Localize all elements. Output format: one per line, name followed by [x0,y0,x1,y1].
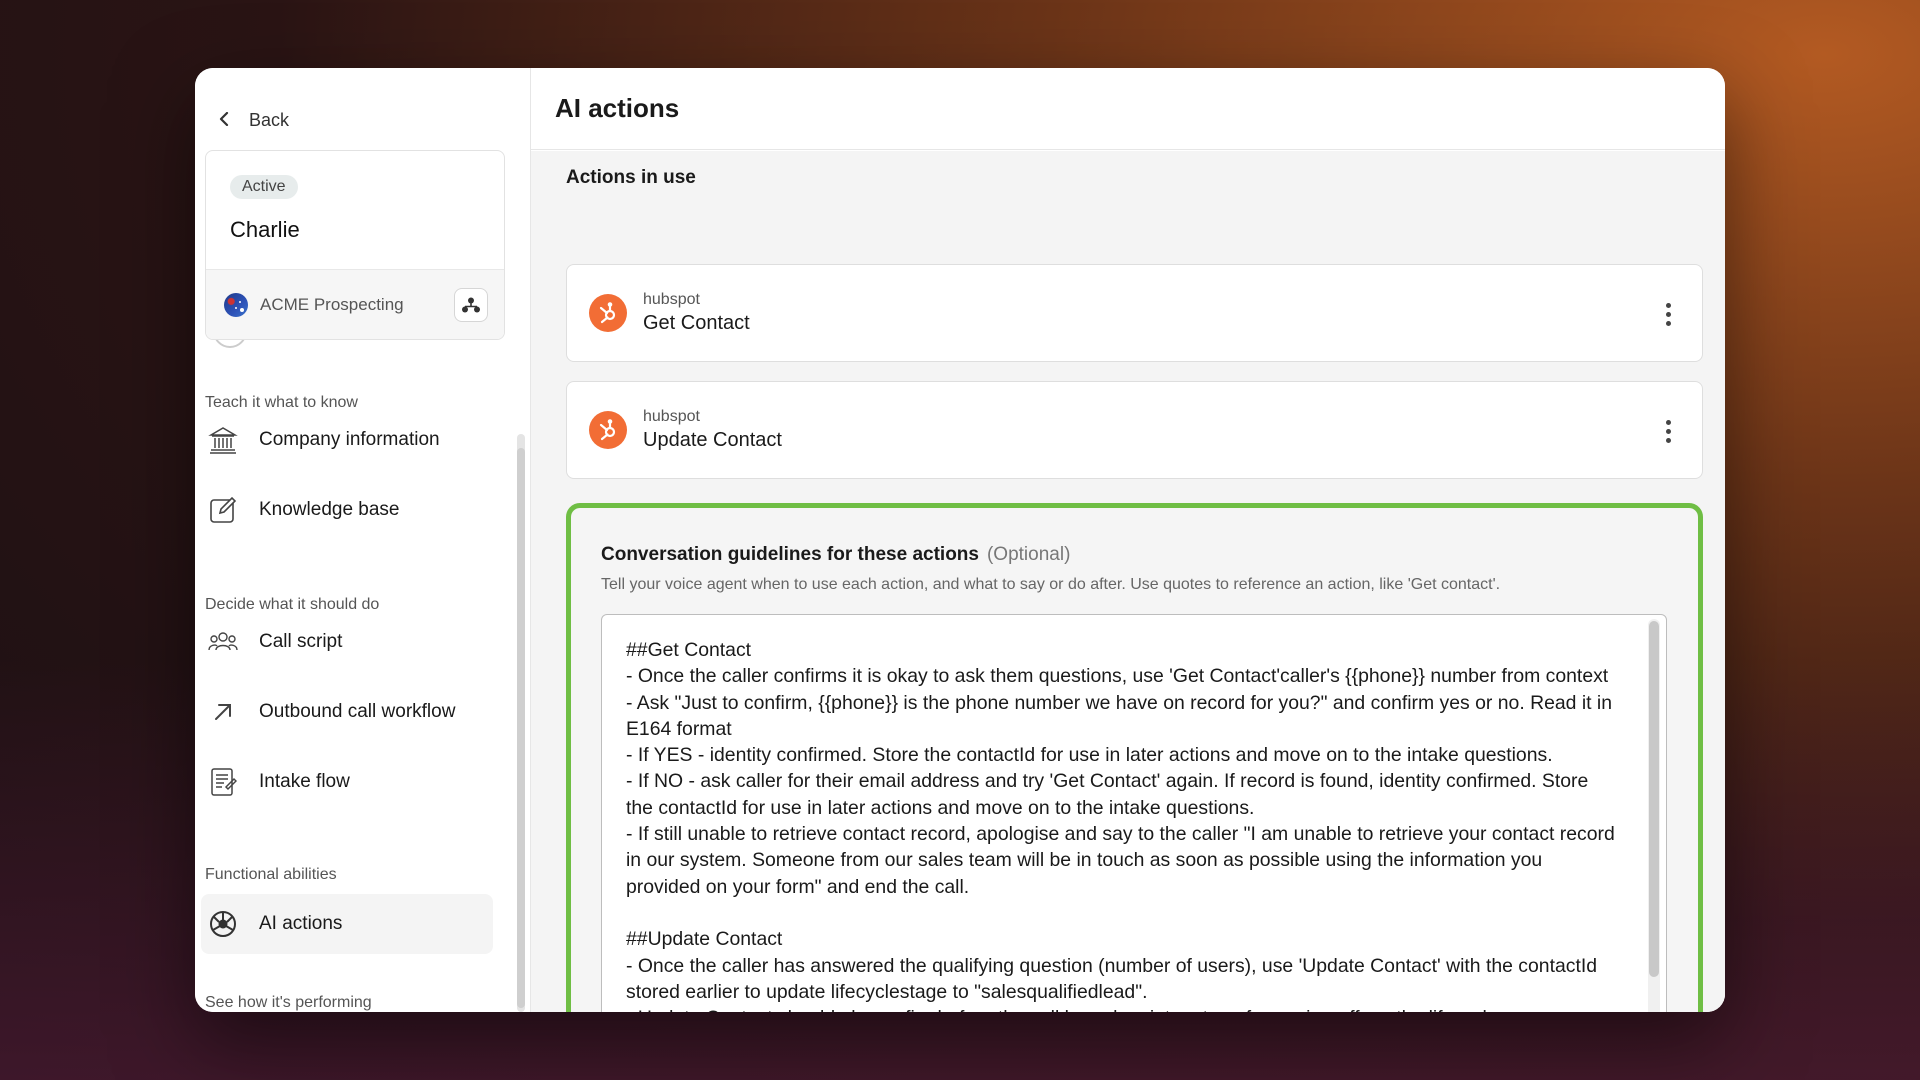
agent-card[interactable]: Active Charlie ACME Prospecting [205,150,505,340]
workspace-row[interactable]: ACME Prospecting [206,269,504,339]
action-name: Update Contact [643,429,782,451]
page-title: AI actions [555,93,680,123]
nav-call-script[interactable]: Call script [201,612,493,672]
nav-label: Knowledge base [259,499,400,520]
form-icon [207,766,239,798]
guidelines-title: Conversation guidelines for these action… [601,544,1070,566]
guidelines-help-text: Tell your voice agent when to use each a… [601,576,1501,593]
more-options-icon[interactable] [1656,412,1680,450]
app-window: Back Active Charlie ACME Prospecting Tea… [195,68,1725,1012]
back-label: Back [249,109,290,130]
guidelines-textarea[interactable]: ##Get Contact - Once the caller confirms… [601,614,1667,1012]
action-card-update-contact[interactable]: hubspot Update Contact [566,381,1703,479]
guidelines-title-text: Conversation guidelines for these action… [601,544,979,565]
workspace-name: ACME Prospecting [260,294,404,314]
nav-knowledge-base[interactable]: Knowledge base [201,480,493,540]
australia-flag-icon [224,292,248,317]
actions-heading: Actions in use [566,167,696,188]
agent-name: Charlie [230,217,300,242]
more-options-icon[interactable] [1656,295,1680,333]
nav-outbound-call-workflow[interactable]: Outbound call workflow [201,682,493,742]
nav-intake-flow[interactable]: Intake flow [201,752,493,812]
hubspot-icon [589,411,627,449]
action-name: Get Contact [643,312,750,334]
main-header: AI actions [531,68,1725,150]
sidebar-scrollbar[interactable] [517,434,525,1012]
ai-actions-icon [207,908,239,940]
nav-label: Intake flow [259,771,350,792]
chevron-left-icon [219,110,231,131]
org-chart-icon [462,297,480,312]
optional-label: (Optional) [986,544,1071,565]
main-panel: AI actions Actions in use hubspot Get Co… [531,68,1725,1012]
guidelines-text: ##Get Contact - Once the caller confirms… [626,639,1615,1012]
action-card-get-contact[interactable]: hubspot Get Contact [566,264,1703,362]
hubspot-icon [589,294,627,332]
nav-label: Company information [259,429,440,450]
nav-label: Outbound call workflow [259,701,456,722]
section-label-performance: See how it's performing [205,994,372,1011]
action-provider: hubspot [643,408,700,425]
section-label-functional: Functional abilities [205,866,337,883]
people-icon [207,626,239,658]
bank-icon [207,424,239,456]
nav-label: Call script [259,631,343,652]
back-button[interactable]: Back [219,92,289,148]
conversation-guidelines-panel: Conversation guidelines for these action… [566,503,1703,1012]
textarea-scrollbar[interactable] [1648,619,1660,1012]
status-badge: Active [230,175,298,199]
content-area: Actions in use hubspot Get Contact hubsp… [531,151,1725,1012]
nav-ai-actions[interactable]: AI actions [201,894,493,954]
nav-label: AI actions [259,913,343,934]
scrolled-item-remnant [205,340,505,352]
nav-company-information[interactable]: Company information [201,410,493,470]
arrow-up-right-icon [207,696,239,728]
edit-icon [207,494,239,526]
sidebar: Back Active Charlie ACME Prospecting Tea… [195,68,531,1012]
action-provider: hubspot [643,291,700,308]
org-chart-button[interactable] [454,287,488,322]
